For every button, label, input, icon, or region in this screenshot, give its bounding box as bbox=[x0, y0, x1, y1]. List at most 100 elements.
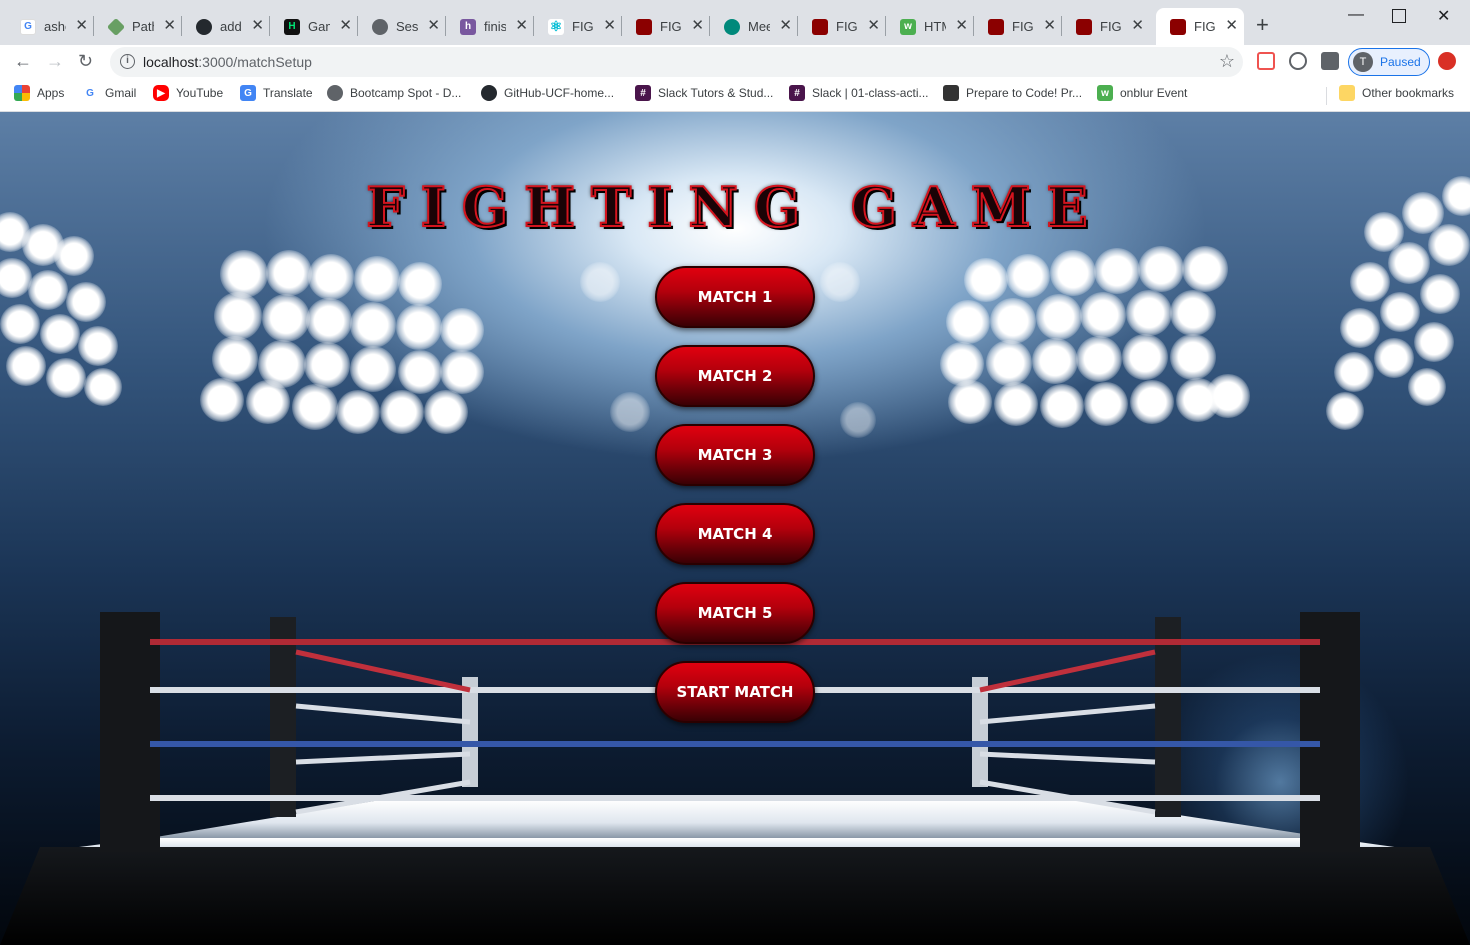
extensions-puzzle-icon[interactable] bbox=[1321, 52, 1339, 70]
address-bar[interactable]: i localhost:3000/matchSetup ☆ bbox=[110, 47, 1243, 77]
tab-title: Sess bbox=[396, 19, 418, 34]
match-5-button[interactable]: MATCH 5 bbox=[655, 582, 815, 644]
tab-12[interactable]: FIGH ✕ bbox=[974, 8, 1062, 45]
tab-1[interactable]: G ashe ✕ bbox=[6, 8, 94, 45]
close-icon[interactable]: ✕ bbox=[779, 18, 792, 33]
bookmark-slack-tutors[interactable]: # Slack Tutors & Stud... bbox=[635, 85, 773, 101]
new-tab-button[interactable]: + bbox=[1256, 14, 1269, 36]
other-bookmarks-label: Other bookmarks bbox=[1362, 86, 1455, 100]
close-icon[interactable]: ✕ bbox=[1043, 18, 1056, 33]
page-viewport: FIGHTING GAME MATCH 1 MATCH 2 MATCH 3 MA… bbox=[0, 112, 1470, 945]
tab-strip: G ashe ✕ Path ✕ add ✕ H Gam ✕ Sess ✕ h f… bbox=[0, 0, 1470, 45]
tab-13[interactable]: FIGH ✕ bbox=[1062, 8, 1150, 45]
close-icon[interactable]: ✕ bbox=[1131, 18, 1144, 33]
tab-8[interactable]: FIGH ✕ bbox=[622, 8, 710, 45]
game-icon bbox=[812, 18, 828, 35]
bookmark-label: Gmail bbox=[105, 86, 137, 100]
profile-status: Paused bbox=[1380, 55, 1421, 69]
game-title: FIGHTING GAME bbox=[365, 174, 1104, 240]
minimize-icon[interactable]: — bbox=[1348, 6, 1364, 24]
close-icon[interactable]: ✕ bbox=[427, 18, 440, 33]
translate-icon: G bbox=[240, 85, 256, 101]
bookmarks-bar: Apps G Gmail ▶ YouTube G Translate Bootc… bbox=[0, 79, 1470, 112]
tab-2[interactable]: Path ✕ bbox=[94, 8, 182, 45]
tab-6[interactable]: h finis ✕ bbox=[446, 8, 534, 45]
url-path: :3000/matchSetup bbox=[198, 54, 312, 70]
tab-9[interactable]: Mee ✕ bbox=[710, 8, 798, 45]
reload-icon[interactable]: ↻ bbox=[78, 51, 93, 71]
bookmark-youtube[interactable]: ▶ YouTube bbox=[153, 85, 223, 101]
bookmark-star-icon[interactable]: ☆ bbox=[1219, 51, 1235, 72]
bookmark-apps[interactable]: Apps bbox=[14, 85, 64, 101]
game-icon bbox=[1170, 18, 1186, 35]
profile-button[interactable]: T Paused bbox=[1348, 48, 1430, 76]
w3schools-icon: w bbox=[900, 18, 916, 35]
heroku-icon: h bbox=[460, 18, 476, 35]
google-icon: G bbox=[20, 18, 36, 35]
close-icon[interactable]: ✕ bbox=[691, 18, 704, 33]
tab-11[interactable]: w HTM ✕ bbox=[886, 8, 974, 45]
slack-icon: # bbox=[789, 85, 805, 101]
tab-title: Gam bbox=[308, 19, 330, 34]
tab-4[interactable]: H Gam ✕ bbox=[270, 8, 358, 45]
extension-red-icon[interactable] bbox=[1257, 52, 1275, 70]
url-text[interactable]: localhost:3000/matchSetup bbox=[143, 54, 312, 70]
game-icon bbox=[1076, 18, 1092, 35]
close-icon[interactable]: ✕ bbox=[1225, 18, 1238, 33]
apps-grid-icon bbox=[14, 85, 30, 101]
bookmark-translate[interactable]: G Translate bbox=[240, 85, 313, 101]
close-icon[interactable]: ✕ bbox=[955, 18, 968, 33]
match-2-button[interactable]: MATCH 2 bbox=[655, 345, 815, 407]
toolbar: ← → ↻ i localhost:3000/matchSetup ☆ T Pa… bbox=[0, 45, 1470, 79]
tab-3[interactable]: add ✕ bbox=[182, 8, 270, 45]
bookmark-slack-class[interactable]: # Slack | 01-class-acti... bbox=[789, 85, 928, 101]
github-icon bbox=[196, 18, 212, 35]
bookmark-label: Apps bbox=[37, 86, 65, 100]
game-icon bbox=[636, 18, 652, 35]
tab-14-active[interactable]: FIGH ✕ bbox=[1156, 8, 1244, 45]
avatar: T bbox=[1353, 52, 1373, 72]
tab-7[interactable]: ⚛ FIGH ✕ bbox=[534, 8, 622, 45]
match-1-button[interactable]: MATCH 1 bbox=[655, 266, 815, 328]
close-icon[interactable]: ✕ bbox=[163, 18, 176, 33]
meet-icon bbox=[724, 18, 740, 35]
book-icon bbox=[943, 85, 959, 101]
tab-title: HTM bbox=[924, 19, 946, 34]
tab-title: add bbox=[220, 19, 242, 34]
tab-5[interactable]: Sess ✕ bbox=[358, 8, 446, 45]
tab-10[interactable]: FIGH ✕ bbox=[798, 8, 886, 45]
close-icon[interactable]: ✕ bbox=[339, 18, 352, 33]
youtube-icon: ▶ bbox=[153, 85, 169, 101]
folder-icon bbox=[1339, 85, 1355, 101]
forward-arrow-icon[interactable]: → bbox=[46, 51, 64, 71]
close-icon[interactable]: ✕ bbox=[251, 18, 264, 33]
maximize-icon[interactable] bbox=[1392, 9, 1406, 23]
close-icon[interactable]: ✕ bbox=[75, 18, 88, 33]
match-3-button[interactable]: MATCH 3 bbox=[655, 424, 815, 486]
close-icon[interactable]: ✕ bbox=[603, 18, 616, 33]
tab-title: FIGH bbox=[836, 19, 858, 34]
slack-icon: # bbox=[635, 85, 651, 101]
game-icon bbox=[988, 18, 1004, 35]
close-window-icon[interactable]: ✕ bbox=[1437, 6, 1450, 26]
extension-circle-icon[interactable] bbox=[1289, 52, 1307, 70]
bookmark-label: GitHub-UCF-home... bbox=[504, 86, 615, 100]
back-arrow-icon[interactable]: ← bbox=[14, 51, 32, 71]
close-icon[interactable]: ✕ bbox=[515, 18, 528, 33]
close-icon[interactable]: ✕ bbox=[867, 18, 880, 33]
match-4-button[interactable]: MATCH 4 bbox=[655, 503, 815, 565]
bookmark-label: YouTube bbox=[176, 86, 224, 100]
other-bookmarks[interactable]: Other bookmarks bbox=[1339, 85, 1454, 101]
info-icon[interactable]: i bbox=[120, 54, 135, 69]
bookmark-github[interactable]: GitHub-UCF-home... bbox=[481, 85, 614, 101]
bookmark-onblur[interactable]: w onblur Event bbox=[1097, 85, 1187, 101]
bookmark-gmail[interactable]: G Gmail bbox=[82, 85, 136, 101]
bookmark-prepare[interactable]: Prepare to Code! Pr... bbox=[943, 85, 1082, 101]
start-match-button[interactable]: START MATCH bbox=[655, 661, 815, 723]
tab-title: finis bbox=[484, 19, 506, 34]
browser-chrome: G ashe ✕ Path ✕ add ✕ H Gam ✕ Sess ✕ h f… bbox=[0, 0, 1470, 112]
google-icon: G bbox=[82, 85, 98, 101]
update-icon[interactable] bbox=[1438, 52, 1456, 70]
bookmark-label: Slack | 01-class-acti... bbox=[812, 86, 929, 100]
bookmark-bootcamp[interactable]: Bootcamp Spot - D... bbox=[327, 85, 461, 101]
